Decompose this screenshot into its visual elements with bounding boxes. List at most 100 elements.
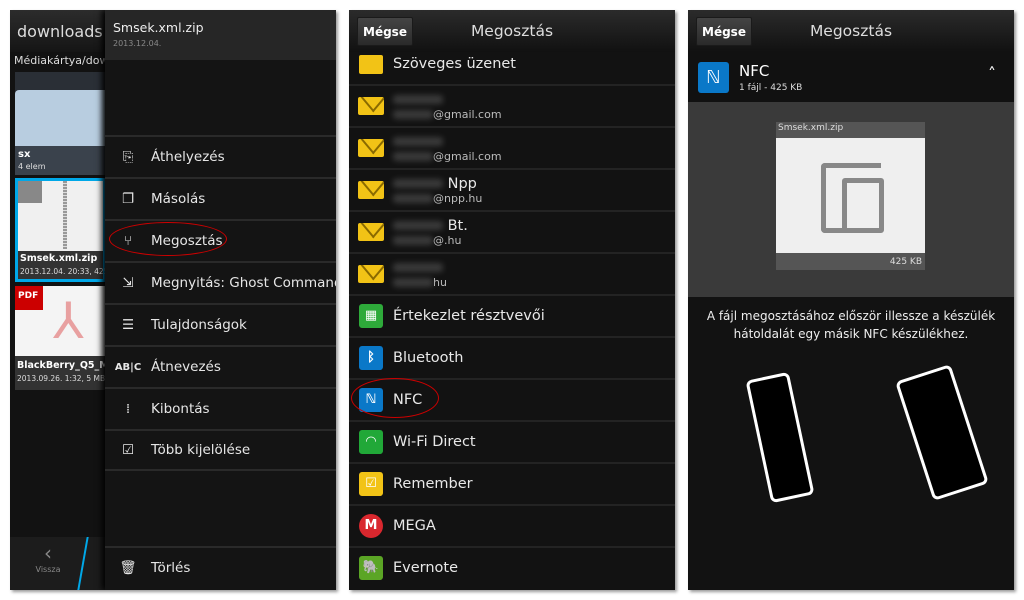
menu-label: Másolás [151,191,206,207]
email-icon [358,181,384,199]
tile-name: sx [18,149,31,160]
target-label: Evernote [393,560,459,576]
bluetooth-icon: ᛒ [359,346,383,370]
pdf-badge: PDF [15,286,43,310]
email-icon [358,223,384,241]
nfc-subtitle: 1 fájl - 425 KB [739,83,803,93]
menu-item-extract[interactable]: ⁞ Kibontás [105,387,336,429]
share-contact-email[interactable]: @gmail.com [349,84,675,126]
menu-item-move[interactable]: ⎘ Áthelyezés [105,135,336,177]
target-label: Szöveges üzenet [393,56,516,72]
zip-tile-selected[interactable]: Smsek.xml.zip 2013.12.04. 20:33, 425 KB [15,178,106,282]
back-label: Vissza [35,565,61,574]
menu-label: Kibontás [151,401,210,417]
file-manager-panel: downloads Médiakártya/downloads sx 4 ele… [10,10,336,590]
email-icon [358,97,384,115]
menu-label: Törlés [151,560,191,576]
share-target[interactable]: ☑ Remember [349,462,675,504]
email-icon [358,265,384,283]
contact-name: Bt. [447,217,468,234]
highlight-circle [351,378,439,418]
menu-header: Smsek.xml.zip 2013.12.04. [105,10,336,60]
menu-item-select-more[interactable]: ☑ Több kijelölése [105,429,336,471]
acrobat-icon: ⅄ [53,292,84,350]
target-label: MEGA [393,518,436,534]
tile-name: Smsek.xml.zip [20,253,98,264]
share-target[interactable]: ▦ Értekezlet résztvevői [349,294,675,336]
nfc-title: NFC [739,62,770,80]
evernote-icon: 🐘 [359,556,383,580]
nfc-icon: ℕ [698,62,729,93]
folder-tile[interactable]: sx 4 elem [15,72,106,175]
wifi-direct-icon: ◠ [359,430,383,454]
move-icon: ⎘ [122,149,134,165]
remember-icon: ☑ [359,472,383,496]
share-text-message[interactable]: Szöveges üzenet [349,44,675,84]
contact-email: @gmail.com [433,107,502,121]
target-label: Wi-Fi Direct [393,434,476,450]
chevron-up-icon[interactable]: ˄ [988,64,996,83]
phone-back-illustration [745,371,815,504]
cancel-button[interactable]: Mégse [696,17,752,46]
target-label: Bluetooth [393,350,464,366]
share-targets-panel: Megosztás Mégse Szöveges üzenet @gmail.c… [349,10,675,590]
menu-item-open-with[interactable]: ⇲ Megnyitás: Ghost Commander [105,261,336,303]
menu-file-date: 2013.12.04. [113,39,162,48]
nfc-header[interactable]: ℕ NFC 1 fájl - 425 KB ˄ [688,52,1014,102]
folder-icon [15,90,106,146]
contact-name: Npp [447,175,477,192]
menu-label: Tulajdonságok [151,317,247,333]
share-target[interactable]: ᛒ Bluetooth [349,336,675,378]
nfc-instruction: A fájl megosztásához először illessze a … [706,309,996,341]
page-title: downloads [10,10,106,52]
share-contact-email[interactable]: @gmail.com [349,126,675,168]
text-message-icon [359,54,383,74]
menu-file-name: Smsek.xml.zip [113,20,204,35]
zip-icon [18,181,42,203]
tile-meta: 2013.12.04. 20:33, 425 KB [20,267,106,276]
share-target[interactable]: ◠ Wi-Fi Direct [349,420,675,462]
share-contact-email[interactable]: Bt. @.hu [349,210,675,252]
menu-item-delete[interactable]: 🗑 Törlés [105,546,336,588]
share-target[interactable]: M MEGA [349,504,675,546]
zipper-icon [63,181,67,249]
share-contact-email[interactable]: hu [349,252,675,294]
copy-icon: ❐ [121,191,135,207]
thumbnail-file-size: 425 KB [889,257,922,267]
menu-label: Átnevezés [151,359,221,375]
cancel-button[interactable]: Mégse [357,17,413,46]
contact-email: @gmail.com [433,149,502,163]
meeting-icon: ▦ [359,304,383,328]
context-menu: Smsek.xml.zip 2013.12.04. ⎘ Áthelyezés ❐ M… [105,10,336,590]
select-more-icon: ☑ [121,442,135,458]
target-label: Értekezlet résztvevői [393,308,545,324]
mega-icon: M [359,514,383,538]
menu-label: Áthelyezés [151,149,225,165]
menu-item-copy[interactable]: ❐ Másolás [105,177,336,219]
menu-item-rename[interactable]: AB|C Átnevezés [105,345,336,387]
extract-icon: ⁞ [125,401,131,417]
highlight-circle [109,222,227,256]
menu-label: Több kijelölése [151,442,251,458]
email-icon [358,139,384,157]
thumbnail-file-name: Smsek.xml.zip [778,123,844,133]
properties-icon: ☰ [121,317,135,333]
tile-meta: 4 elem [18,162,46,171]
file-thumbnail: Smsek.xml.zip 425 KB [776,122,925,270]
menu-item-properties[interactable]: ☰ Tulajdonságok [105,303,336,345]
chevron-left-icon: ‹ [44,541,52,565]
phone-front-illustration [895,364,989,501]
pdf-tile[interactable]: PDF ⅄ BlackBerry_Q5_M 2013.09.26. 1:32, … [15,286,106,390]
contact-email: hu [433,275,447,289]
back-button[interactable]: ‹ Vissza [28,541,68,587]
nfc-share-panel: Megosztás Mégse ℕ NFC 1 fájl - 425 KB ˄ … [688,10,1014,590]
menu-label: Megnyitás: Ghost Commander [151,275,336,291]
tile-meta: 2013.09.26. 1:32, 5 MB [17,374,106,383]
trash-icon: 🗑 [119,560,137,576]
breadcrumb[interactable]: Médiakártya/downloads [14,54,106,67]
contact-email: @.hu [433,233,462,247]
rename-icon: AB|C [114,361,142,373]
share-contact-email[interactable]: Npp @npp.hu [349,168,675,210]
share-target[interactable]: 🐘 Evernote [349,546,675,588]
tile-name: BlackBerry_Q5_M [17,360,106,371]
